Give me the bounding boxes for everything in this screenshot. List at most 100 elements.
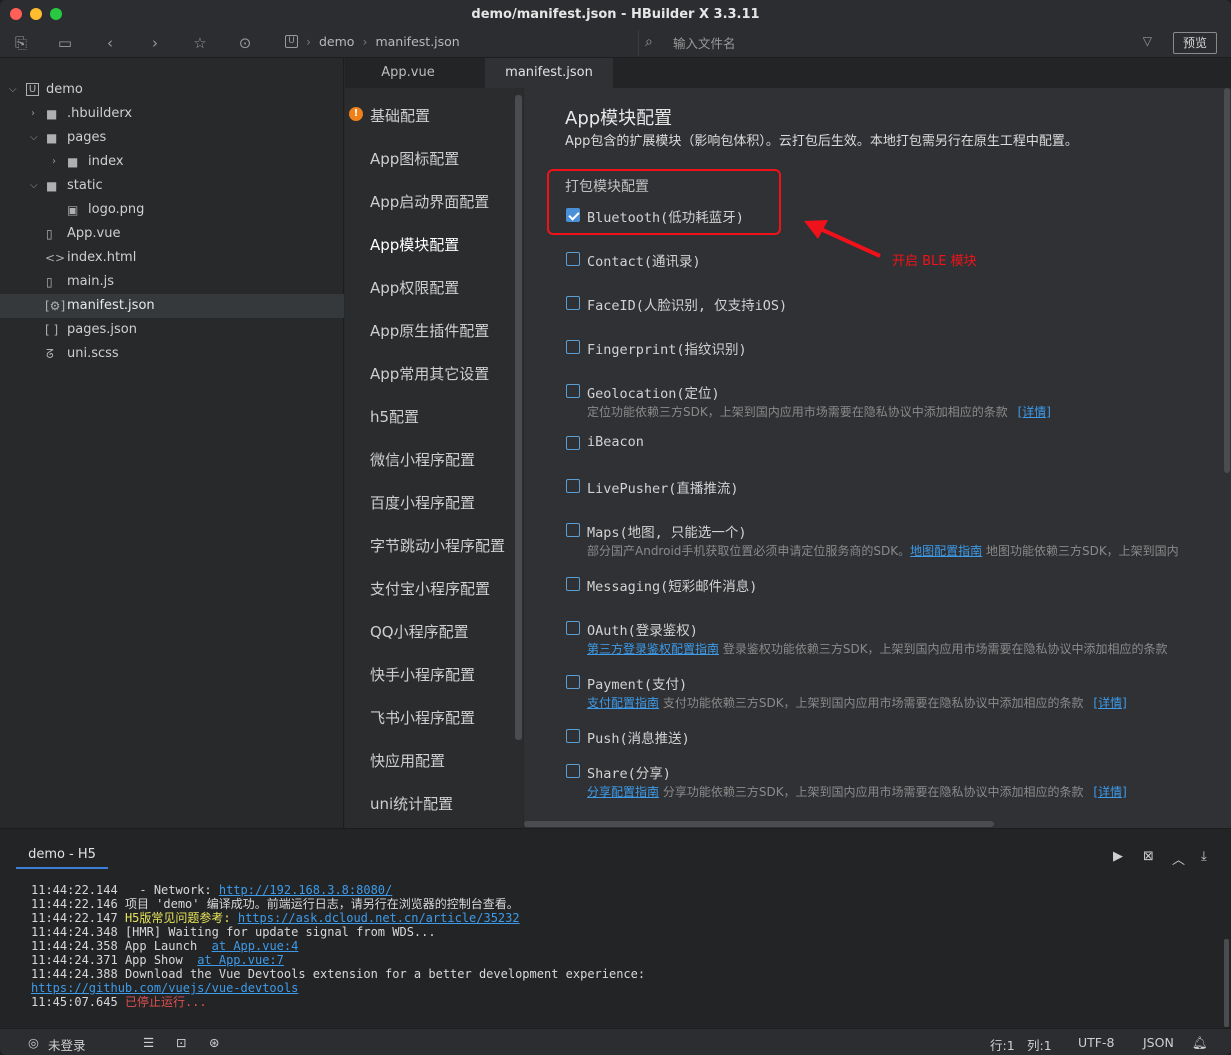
console-tab[interactable]: demo - H5	[16, 847, 108, 869]
nav-item-kuaishou[interactable]: 快手小程序配置	[370, 664, 475, 685]
checkbox[interactable]	[566, 296, 580, 310]
forward-icon[interactable]: ›	[145, 33, 165, 53]
tree-item-label: pages	[67, 130, 107, 145]
module-name: Bluetooth(低功耗蓝牙)	[587, 210, 744, 226]
checkbox[interactable]	[566, 764, 580, 778]
tree-item-pages[interactable]: ⌵ ■ pages	[0, 126, 344, 150]
checkbox[interactable]	[566, 436, 580, 450]
vertical-scrollbar[interactable]	[1224, 88, 1230, 473]
nav-item-qq[interactable]: QQ小程序配置	[370, 621, 469, 642]
chevron-down-icon[interactable]: ⌵	[30, 174, 38, 198]
new-file-icon[interactable]: ⎘	[11, 33, 31, 53]
tree-item-uni-scss[interactable]: ᘔ uni.scss	[0, 342, 344, 366]
log-link[interactable]: at App.vue:7	[197, 953, 284, 967]
nav-item-app-native-plugins[interactable]: App原生插件配置	[370, 320, 489, 341]
tree-item-static[interactable]: ⌵ ■ static	[0, 174, 344, 198]
details-link[interactable]: [详情]	[1093, 785, 1126, 799]
tree-item-logo[interactable]: ▣ logo.png	[0, 198, 344, 222]
chevron-down-icon[interactable]: ⌵	[30, 126, 38, 150]
star-icon[interactable]: ☆	[190, 33, 210, 53]
tree-item-index-folder[interactable]: › ■ index	[0, 150, 344, 174]
log-link[interactable]: at App.vue:4	[212, 939, 299, 953]
editor-tabs: App.vue manifest.json	[345, 58, 1231, 88]
details-link[interactable]: [详情]	[1018, 405, 1051, 419]
breadcrumb-project[interactable]: demo	[319, 34, 354, 49]
tree-item-demo[interactable]: ⌵ U demo	[0, 78, 344, 102]
maximize-window-button[interactable]	[50, 8, 62, 20]
log-link[interactable]: http://192.168.3.8:8080/	[219, 883, 392, 897]
nav-item-uni-stat[interactable]: uni统计配置	[370, 793, 453, 814]
nav-item-app-permissions[interactable]: App权限配置	[370, 277, 459, 298]
back-icon[interactable]: ‹	[100, 33, 120, 53]
close-window-button[interactable]	[10, 8, 22, 20]
nav-item-app-modules[interactable]: App模块配置	[370, 234, 459, 255]
tree-item-main-js[interactable]: ▯ main.js	[0, 270, 344, 294]
tree-item-manifest[interactable]: [⚙] manifest.json	[0, 294, 344, 318]
clear-console-icon[interactable]: ⊠	[1143, 849, 1154, 864]
chevron-down-icon[interactable]: ⌵	[9, 78, 17, 102]
module-name: Messaging(短彩邮件消息)	[587, 579, 758, 595]
nav-item-basic[interactable]: 基础配置	[370, 105, 430, 126]
nav-item-h5[interactable]: h5配置	[370, 406, 419, 427]
log-link[interactable]: https://github.com/vuejs/vue-devtools	[31, 981, 298, 995]
checkbox[interactable]	[566, 252, 580, 266]
payment-guide-link[interactable]: 支付配置指南	[587, 696, 659, 710]
minimize-window-button[interactable]	[30, 8, 42, 20]
checkbox[interactable]	[566, 340, 580, 354]
preview-button[interactable]: 预览	[1173, 32, 1217, 54]
run-icon[interactable]: ▶	[1113, 849, 1123, 864]
chevron-right-icon[interactable]: ›	[31, 102, 35, 126]
nav-item-app-splash[interactable]: App启动界面配置	[370, 191, 489, 212]
filter-icon[interactable]: ▽	[1143, 34, 1152, 48]
nav-item-feishu[interactable]: 飞书小程序配置	[370, 707, 475, 728]
tree-item-index-html[interactable]: <> index.html	[0, 246, 344, 270]
nav-item-toutiao[interactable]: 字节跳动小程序配置	[370, 535, 505, 556]
user-icon[interactable]: ◎	[28, 1035, 39, 1050]
checkbox[interactable]	[566, 675, 580, 689]
share-guide-link[interactable]: 分享配置指南	[587, 785, 659, 799]
nav-item-app-icon[interactable]: App图标配置	[370, 148, 459, 169]
nav-item-alipay[interactable]: 支付宝小程序配置	[370, 578, 490, 599]
search-input[interactable]	[673, 34, 1113, 52]
checkbox[interactable]	[566, 729, 580, 743]
language-mode[interactable]: JSON	[1143, 1035, 1174, 1050]
tab-app-vue[interactable]: App.vue	[345, 58, 471, 88]
nav-scrollbar[interactable]	[515, 95, 522, 740]
log-line: 11:44:24.358 App Launch at App.vue:4	[31, 939, 299, 953]
checkbox[interactable]	[566, 523, 580, 537]
terminal-icon[interactable]: ⊡	[176, 1035, 186, 1050]
tree-item-app-vue[interactable]: ▯ App.vue	[0, 222, 344, 246]
nav-item-baidu[interactable]: 百度小程序配置	[370, 492, 475, 513]
checkbox[interactable]	[566, 621, 580, 635]
module-name: LivePusher(直播推流)	[587, 481, 739, 497]
tree-item-label: pages.json	[67, 322, 137, 337]
nav-item-quickapp[interactable]: 快应用配置	[370, 750, 445, 771]
checkbox[interactable]	[566, 384, 580, 398]
oauth-guide-link[interactable]: 第三方登录鉴权配置指南	[587, 642, 719, 656]
breadcrumb-file[interactable]: manifest.json	[375, 34, 459, 49]
encoding[interactable]: UTF-8	[1078, 1035, 1114, 1050]
checkbox[interactable]	[566, 479, 580, 493]
log-link[interactable]: https://ask.dcloud.net.cn/article/35232	[238, 911, 520, 925]
login-status[interactable]: 未登录	[48, 1035, 86, 1054]
plugin-icon[interactable]: ⊛	[209, 1035, 219, 1050]
tree-item-label: uni.scss	[67, 346, 119, 361]
console-scrollbar[interactable]	[1224, 939, 1229, 1027]
checkbox-checked[interactable]	[566, 208, 580, 222]
tab-manifest-json[interactable]: manifest.json	[485, 58, 613, 88]
run-icon[interactable]: ⊙	[235, 33, 255, 53]
horizontal-scrollbar[interactable]	[524, 821, 994, 827]
chevron-up-icon[interactable]: ︿	[1172, 849, 1185, 868]
nav-item-app-other[interactable]: App常用其它设置	[370, 363, 489, 384]
map-guide-link[interactable]: 地图配置指南	[910, 544, 982, 558]
bell-icon[interactable]: 🔔︎	[1192, 1035, 1208, 1051]
tree-item-pages-json[interactable]: [ ] pages.json	[0, 318, 344, 342]
tree-item-hbuilderx[interactable]: › ■ .hbuilderx	[0, 102, 344, 126]
chevron-right-icon[interactable]: ›	[52, 150, 56, 174]
nav-item-weixin[interactable]: 微信小程序配置	[370, 449, 475, 470]
list-icon[interactable]: ☰	[143, 1035, 154, 1050]
details-link[interactable]: [详情]	[1093, 696, 1126, 710]
save-icon[interactable]: ▭	[55, 33, 75, 53]
minimize-panel-icon[interactable]: ⤓	[1201, 849, 1207, 864]
checkbox[interactable]	[566, 577, 580, 591]
